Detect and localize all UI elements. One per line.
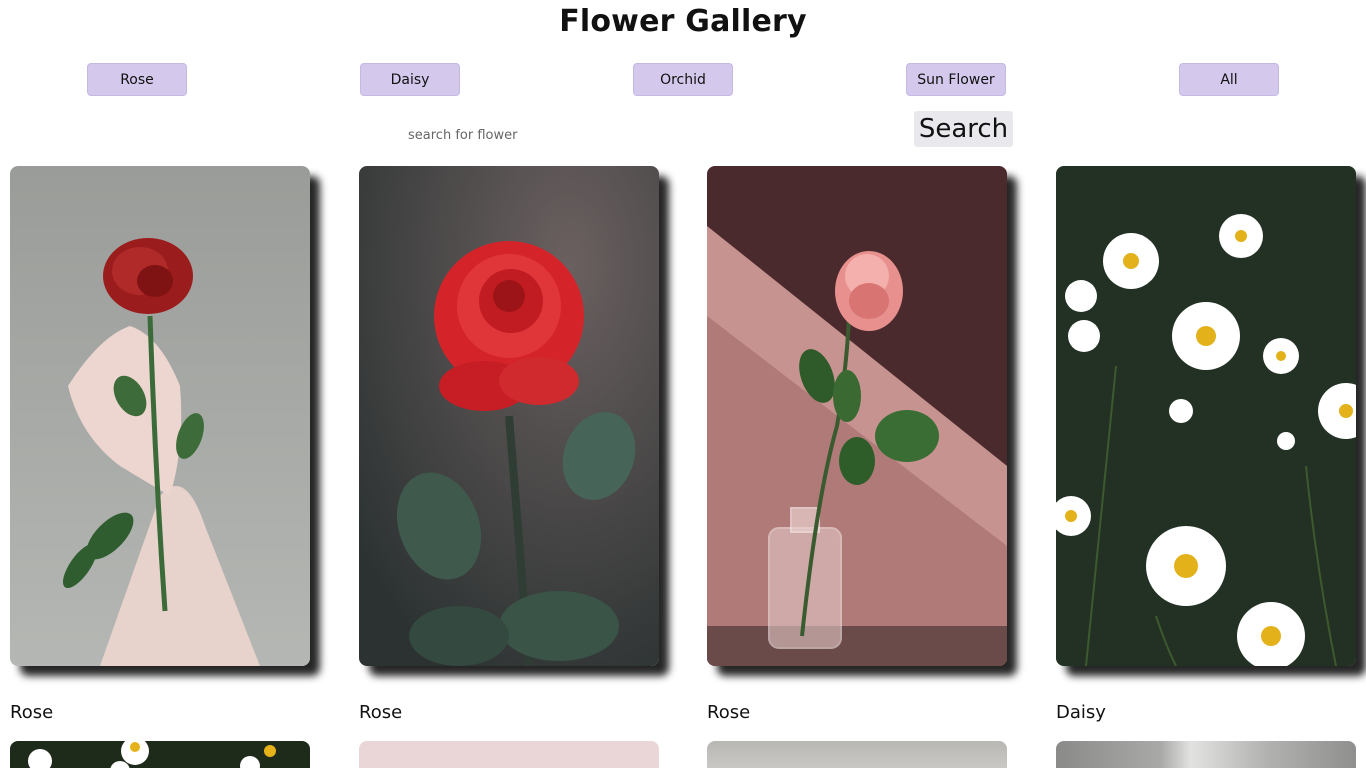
pink-background-photo bbox=[359, 741, 659, 768]
gallery-card[interactable]: Rose bbox=[707, 166, 1007, 723]
red-rose-raindrops-photo bbox=[359, 166, 659, 666]
filter-button-orchid[interactable]: Orchid bbox=[633, 63, 733, 96]
filter-button-daisy[interactable]: Daisy bbox=[360, 63, 460, 96]
gallery-card[interactable] bbox=[1056, 741, 1356, 768]
gallery-card[interactable] bbox=[359, 741, 659, 768]
grey-wall-photo bbox=[1056, 741, 1356, 768]
daisy-field-photo bbox=[1056, 166, 1356, 666]
gallery-card[interactable]: Rose bbox=[10, 166, 310, 723]
gallery-card[interactable]: Daisy bbox=[1056, 166, 1356, 723]
pink-rose-in-vase-photo bbox=[707, 166, 1007, 666]
grey-photo bbox=[707, 741, 1007, 768]
page-title: Flower Gallery bbox=[559, 4, 807, 39]
card-caption: Daisy bbox=[1056, 702, 1106, 723]
rose-in-hand-photo bbox=[10, 166, 310, 666]
card-caption: Rose bbox=[707, 702, 751, 723]
filter-button-sun-flower[interactable]: Sun Flower bbox=[906, 63, 1006, 96]
gallery-card[interactable] bbox=[707, 741, 1007, 768]
gallery-card[interactable] bbox=[10, 741, 310, 768]
search-button[interactable]: Search bbox=[914, 111, 1013, 147]
gallery-card[interactable]: Rose bbox=[359, 166, 659, 723]
white-flowers-photo bbox=[10, 741, 310, 768]
search-input[interactable] bbox=[408, 122, 708, 148]
filter-button-all[interactable]: All bbox=[1179, 63, 1279, 96]
card-caption: Rose bbox=[10, 702, 54, 723]
card-caption: Rose bbox=[359, 702, 403, 723]
filter-button-rose[interactable]: Rose bbox=[87, 63, 187, 96]
